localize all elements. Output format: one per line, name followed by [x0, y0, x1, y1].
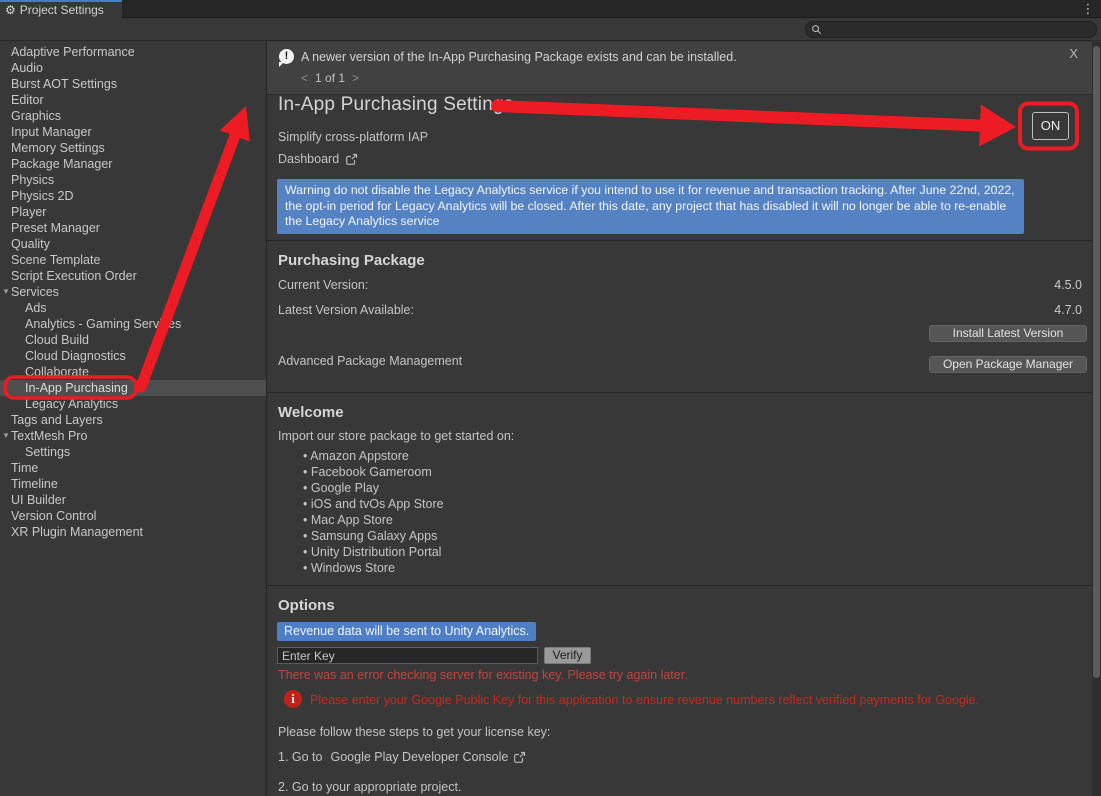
sidebar-item-ads[interactable]: Ads	[0, 300, 266, 316]
external-link-icon	[345, 153, 358, 166]
options-title: Options	[278, 597, 335, 614]
store-list-item: Windows Store	[303, 560, 444, 576]
store-list: Amazon Appstore Facebook Gameroom Google…	[303, 448, 444, 576]
notification-bubble-icon: !	[279, 49, 294, 64]
sidebar-item-quality[interactable]: Quality	[0, 236, 266, 252]
sidebar-item-package-manager[interactable]: Package Manager	[0, 156, 266, 172]
foldout-triangle-icon[interactable]: ▼	[1, 284, 11, 300]
current-version-label: Current Version:	[278, 278, 368, 292]
latest-version-label: Latest Version Available:	[278, 303, 414, 317]
settings-main-panel: ! A newer version of the In-App Purchasi…	[266, 42, 1101, 796]
google-key-warning-text: Please enter your Google Public Key for …	[310, 693, 979, 707]
license-step-2: 2. Go to your appropriate project.	[278, 780, 461, 794]
license-steps-intro: Please follow these steps to get your li…	[278, 725, 550, 739]
store-list-item: Facebook Gameroom	[303, 464, 444, 480]
tab-project-settings[interactable]: ⚙ Project Settings	[0, 0, 122, 18]
step1-prefix: 1. Go to	[278, 750, 322, 764]
sidebar-item-graphics[interactable]: Graphics	[0, 108, 266, 124]
vertical-scrollbar	[1092, 42, 1101, 796]
store-list-item: Samsung Galaxy Apps	[303, 528, 444, 544]
sidebar-item-memory-settings[interactable]: Memory Settings	[0, 140, 266, 156]
sidebar-item-audio[interactable]: Audio	[0, 60, 266, 76]
sidebar-item-textmeshpro-settings[interactable]: Settings	[0, 444, 266, 460]
sidebar-item-physics[interactable]: Physics	[0, 172, 266, 188]
tab-bar: ⚙ Project Settings ⋮	[0, 0, 1101, 18]
kebab-menu-icon[interactable]: ⋮	[1081, 1, 1095, 17]
open-package-manager-button[interactable]: Open Package Manager	[929, 356, 1087, 373]
welcome-title: Welcome	[278, 404, 344, 421]
sidebar-item-xr-plugin-management[interactable]: XR Plugin Management	[0, 524, 266, 540]
sidebar-item-version-control[interactable]: Version Control	[0, 508, 266, 524]
sidebar-item-script-execution-order[interactable]: Script Execution Order	[0, 268, 266, 284]
sidebar-item-label: TextMesh Pro	[11, 429, 87, 443]
sidebar-item-collaborate[interactable]: Collaborate	[0, 364, 266, 380]
legacy-analytics-warning-box: Warning do not disable the Legacy Analyt…	[277, 179, 1024, 234]
sidebar-item-physics-2d[interactable]: Physics 2D	[0, 188, 266, 204]
sidebar-item-cloud-diagnostics[interactable]: Cloud Diagnostics	[0, 348, 266, 364]
store-list-item: iOS and tvOs App Store	[303, 496, 444, 512]
notification-pager: < 1 of 1 >	[301, 71, 359, 85]
sidebar-item-cloud-build[interactable]: Cloud Build	[0, 332, 266, 348]
sidebar-item-services[interactable]: ▼Services	[0, 284, 266, 300]
store-list-item: Mac App Store	[303, 512, 444, 528]
google-play-console-link[interactable]: Google Play Developer Console	[330, 750, 508, 764]
sidebar-item-time[interactable]: Time	[0, 460, 266, 476]
sidebar-item-ui-builder[interactable]: UI Builder	[0, 492, 266, 508]
key-check-error-text: There was an error checking server for e…	[278, 668, 688, 682]
notification-bar: ! A newer version of the In-App Purchasi…	[267, 42, 1093, 95]
latest-version-value: 4.7.0	[1054, 303, 1082, 317]
section-divider	[267, 585, 1093, 586]
sidebar-item-in-app-purchasing[interactable]: In-App Purchasing	[0, 380, 266, 396]
section-divider	[267, 240, 1093, 241]
sidebar-item-label: Services	[11, 285, 59, 299]
tab-title: Project Settings	[20, 3, 104, 17]
error-info-icon: i	[284, 690, 302, 708]
store-list-item: Google Play	[303, 480, 444, 496]
toolbar	[0, 19, 1101, 41]
close-icon[interactable]: X	[1069, 46, 1078, 61]
welcome-intro: Import our store package to get started …	[278, 429, 514, 443]
gear-icon: ⚙	[5, 4, 16, 16]
license-step-1: 1. Go to Google Play Developer Console	[278, 750, 526, 764]
install-latest-version-button[interactable]: Install Latest Version	[929, 325, 1087, 342]
sidebar-item-legacy-analytics[interactable]: Legacy Analytics	[0, 396, 266, 412]
iap-on-toggle-button[interactable]: ON	[1032, 112, 1069, 140]
store-list-item: Amazon Appstore	[303, 448, 444, 464]
sidebar-item-adaptive-performance[interactable]: Adaptive Performance	[0, 44, 266, 60]
search-icon	[811, 24, 822, 35]
page-title: In-App Purchasing Settings	[278, 94, 513, 116]
verify-button[interactable]: Verify	[544, 647, 591, 664]
current-version-value: 4.5.0	[1054, 278, 1082, 292]
foldout-triangle-icon[interactable]: ▼	[1, 428, 11, 444]
section-divider	[267, 392, 1093, 393]
sidebar-item-preset-manager[interactable]: Preset Manager	[0, 220, 266, 236]
sidebar-item-player[interactable]: Player	[0, 204, 266, 220]
sidebar-item-burst-aot-settings[interactable]: Burst AOT Settings	[0, 76, 266, 92]
sidebar-item-analytics-gaming-services[interactable]: Analytics - Gaming Services	[0, 316, 266, 332]
sidebar-item-timeline[interactable]: Timeline	[0, 476, 266, 492]
sidebar-item-editor[interactable]: Editor	[0, 92, 266, 108]
store-list-item: Unity Distribution Portal	[303, 544, 444, 560]
external-link-icon	[513, 751, 526, 764]
search-field[interactable]	[805, 21, 1097, 38]
page-subtitle: Simplify cross-platform IAP	[278, 130, 428, 144]
sidebar-item-tags-and-layers[interactable]: Tags and Layers	[0, 412, 266, 428]
analytics-note-chip: Revenue data will be sent to Unity Analy…	[277, 622, 536, 641]
pager-next-icon[interactable]: >	[352, 71, 359, 85]
settings-sidebar: Adaptive Performance Audio Burst AOT Set…	[0, 42, 266, 796]
dashboard-link-label: Dashboard	[278, 152, 339, 166]
advanced-package-management-label: Advanced Package Management	[278, 354, 462, 368]
sidebar-item-textmesh-pro[interactable]: ▼TextMesh Pro	[0, 428, 266, 444]
sidebar-item-input-manager[interactable]: Input Manager	[0, 124, 266, 140]
pager-count: 1 of 1	[315, 71, 345, 85]
google-key-input[interactable]	[277, 647, 538, 664]
scrollbar-thumb[interactable]	[1093, 46, 1100, 678]
sidebar-item-scene-template[interactable]: Scene Template	[0, 252, 266, 268]
notification-message: A newer version of the In-App Purchasing…	[301, 50, 737, 64]
dashboard-link[interactable]: Dashboard	[278, 152, 358, 166]
search-input[interactable]	[822, 24, 1091, 36]
pager-prev-icon[interactable]: <	[301, 71, 308, 85]
project-settings-window: ⚙ Project Settings ⋮ Adaptive Performanc…	[0, 0, 1101, 796]
purchasing-package-title: Purchasing Package	[278, 252, 425, 269]
